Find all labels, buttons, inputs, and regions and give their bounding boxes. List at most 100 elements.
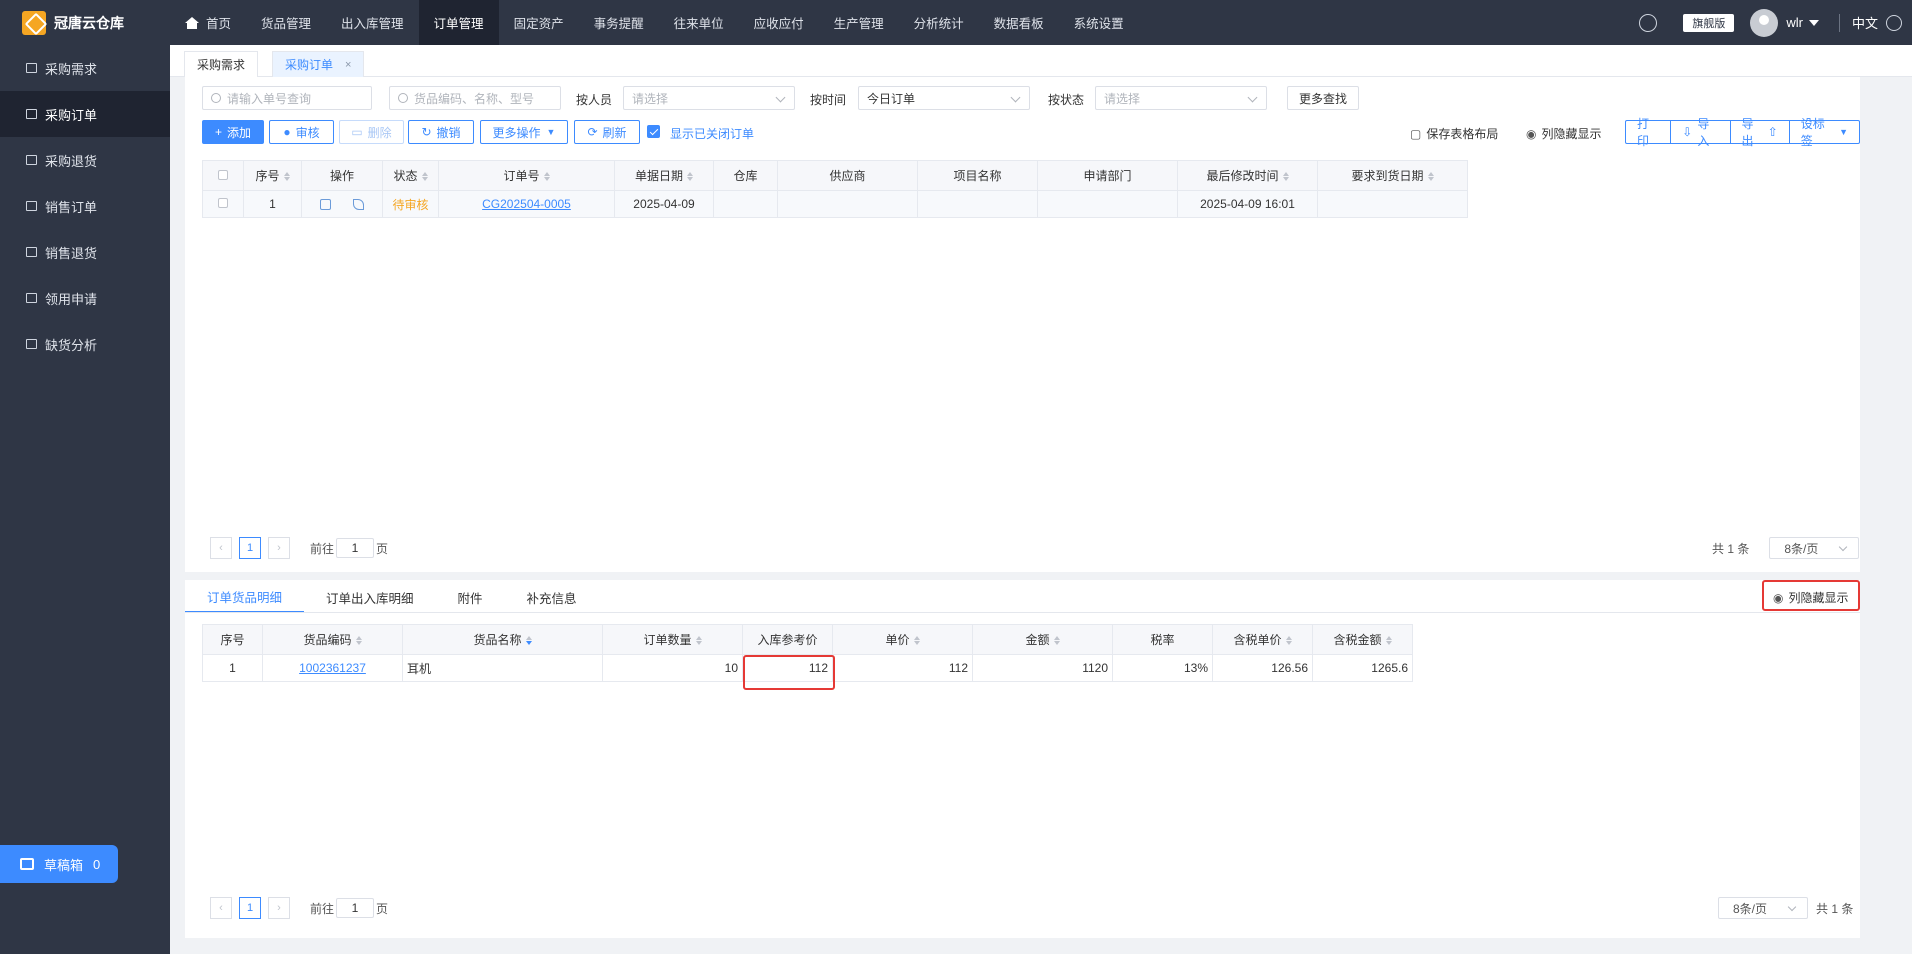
nav-reminders[interactable]: 事务提醒 <box>579 0 659 45</box>
header-label: 含税金额 <box>1333 633 1382 647</box>
tab-order-goods-detail[interactable]: 订单货品明细 <box>185 581 305 613</box>
add-button[interactable]: + 添加 <box>202 120 264 144</box>
nav-dashboard[interactable]: 数据看板 <box>979 0 1059 45</box>
sidebar-item-requisition[interactable]: 领用申请 <box>0 275 170 321</box>
sort-icon[interactable] <box>1385 636 1392 646</box>
nav-production[interactable]: 生产管理 <box>819 0 899 45</box>
prev-page-button[interactable]: ‹ <box>210 537 232 559</box>
sort-icon[interactable] <box>1285 636 1292 646</box>
time-select[interactable]: 今日订单 <box>858 86 1030 110</box>
sort-icon[interactable] <box>695 636 702 646</box>
nav-label: 首页 <box>206 17 232 31</box>
tab-attachments[interactable]: 附件 <box>436 581 505 613</box>
row-select-cell[interactable] <box>202 190 244 218</box>
select-all-cell[interactable] <box>202 160 244 191</box>
sidebar-item-purchase-order[interactable]: 采购订单 <box>0 91 170 137</box>
column-toggle-button[interactable]: ◉ 列隐藏显示 <box>1526 125 1602 142</box>
sort-icon[interactable] <box>1282 172 1289 182</box>
sort-icon[interactable] <box>525 636 532 646</box>
chevron-down-icon <box>1839 542 1848 552</box>
nav-label: 应收应付 <box>753 17 804 31</box>
close-icon[interactable]: × <box>345 59 351 71</box>
sidebar-item-label: 缺货分析 <box>45 337 98 353</box>
show-closed-checkbox[interactable] <box>647 125 660 138</box>
page-size-select[interactable]: 8条/页 <box>1769 537 1860 559</box>
page-size-select[interactable]: 8条/页 <box>1718 897 1808 919</box>
next-page-button[interactable]: › <box>268 537 290 559</box>
goods-search-input[interactable]: 货品编码、名称、型号 <box>389 86 561 110</box>
goods-code-link[interactable]: 1002361237 <box>299 661 366 675</box>
nav-partners[interactable]: 往来单位 <box>659 0 739 45</box>
sort-icon[interactable] <box>913 636 920 646</box>
folder-icon: ▢ <box>1410 126 1422 141</box>
save-layout-button[interactable]: ▢ 保存表格布局 <box>1410 125 1498 142</box>
nav-assets[interactable]: 固定资产 <box>499 0 579 45</box>
goto-label: 前往 <box>310 901 335 916</box>
column-header: 订单数量 <box>602 624 743 655</box>
sidebar-item-sales-order[interactable]: 销售订单 <box>0 183 170 229</box>
app-logo[interactable]: 冠唐云仓库 <box>0 0 170 45</box>
next-page-button[interactable]: › <box>268 897 290 919</box>
page-number-button[interactable]: 1 <box>239 537 261 559</box>
refresh-button[interactable]: ⟳ 刷新 <box>574 120 640 144</box>
by-time-label: 按时间 <box>810 93 847 107</box>
globe-icon[interactable] <box>1886 14 1902 31</box>
chevron-down-icon[interactable] <box>1808 19 1819 26</box>
order-search-input[interactable]: 请输入单号查询 <box>202 86 372 110</box>
print-button[interactable]: 打印 <box>1626 117 1672 148</box>
revoke-button[interactable]: ↻ 撤销 <box>408 120 474 144</box>
page-number-button[interactable]: 1 <box>239 897 261 919</box>
import-button[interactable]: ⇩ 导入 <box>1671 117 1731 148</box>
language-switch[interactable]: 中文 <box>1852 13 1878 32</box>
sort-icon[interactable] <box>355 636 362 646</box>
tab-extra-info[interactable]: 补充信息 <box>505 581 599 613</box>
nav-home[interactable]: 首页 <box>170 0 246 45</box>
sort-icon[interactable] <box>543 172 550 182</box>
select-all-checkbox[interactable] <box>218 169 228 180</box>
audit-button[interactable]: ● 审核 <box>269 120 334 144</box>
nav-analytics[interactable]: 分析统计 <box>899 0 979 45</box>
sort-icon[interactable] <box>421 172 428 182</box>
print-icon[interactable] <box>320 199 331 211</box>
nav-inout[interactable]: 出入库管理 <box>326 0 419 45</box>
set-label-button[interactable]: 设标签 ▼ <box>1790 117 1859 148</box>
selected-value: 8条/页 <box>1733 901 1768 916</box>
show-closed-label[interactable]: 显示已关闭订单 <box>670 125 754 142</box>
person-select[interactable]: 请选择 <box>623 86 795 110</box>
order-no-link[interactable]: CG202504-0005 <box>482 197 571 211</box>
user-name[interactable]: wlr <box>1786 15 1803 30</box>
sidebar-item-shortage[interactable]: 缺货分析 <box>0 321 170 367</box>
goto-page-input[interactable]: 1 <box>336 538 375 558</box>
row-checkbox[interactable] <box>218 198 228 208</box>
nav-goods[interactable]: 货品管理 <box>246 0 326 45</box>
sidebar-item-purchase-return[interactable]: 采购退货 <box>0 137 170 183</box>
export-button[interactable]: 导出 ⇧ <box>1731 117 1790 148</box>
table-row[interactable]: 1 待审核 CG202504-0005 2025-04-09 2025-04-0… <box>202 190 1468 218</box>
goto-page-input[interactable]: 1 <box>336 898 375 918</box>
amount-cell: 1120 <box>972 654 1113 682</box>
sort-icon[interactable] <box>1053 636 1060 646</box>
draft-box-button[interactable]: 草稿箱 0 <box>0 845 118 883</box>
detail-pager-right: 8条/页 共 1 条 <box>1718 897 1853 919</box>
avatar[interactable] <box>1750 8 1779 37</box>
sidebar-item-purchase-demand[interactable]: 采购需求 <box>0 45 170 91</box>
tab-purchase-order[interactable]: 采购订单 × <box>272 51 365 77</box>
sort-icon[interactable] <box>1427 172 1434 182</box>
delete-button[interactable]: ▭ 删除 <box>339 120 404 144</box>
edit-icon[interactable] <box>353 199 364 211</box>
nav-receivables[interactable]: 应收应付 <box>739 0 819 45</box>
sidebar-item-sales-return[interactable]: 销售退货 <box>0 229 170 275</box>
status-select[interactable]: 请选择 <box>1095 86 1267 110</box>
sidebar-item-label: 采购退货 <box>45 153 98 169</box>
more-ops-button[interactable]: 更多操作 ▼ <box>480 120 568 144</box>
more-search-button[interactable]: 更多查找 <box>1287 86 1359 110</box>
tab-purchase-demand[interactable]: 采购需求 <box>184 51 259 77</box>
tab-order-inout-detail[interactable]: 订单出入库明细 <box>304 581 436 613</box>
nav-settings[interactable]: 系统设置 <box>1059 0 1139 45</box>
prev-page-button[interactable]: ‹ <box>210 897 232 919</box>
sort-icon[interactable] <box>283 172 290 182</box>
help-icon[interactable] <box>1639 13 1658 32</box>
department-cell <box>1037 190 1178 218</box>
sort-icon[interactable] <box>687 172 693 182</box>
nav-orders[interactable]: 订单管理 <box>418 0 499 45</box>
